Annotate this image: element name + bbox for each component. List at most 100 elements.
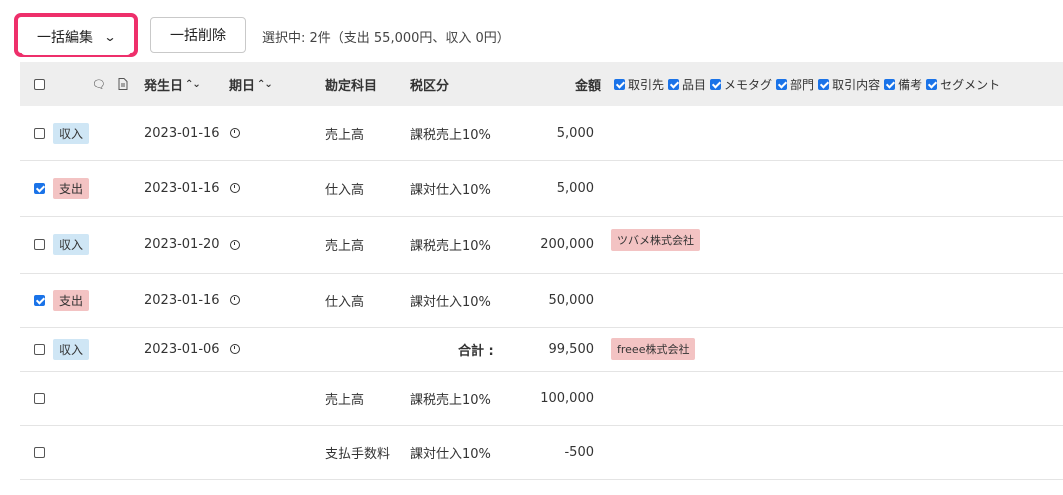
table-row[interactable]: 収入 2023-01-20 売上高 課税売上10% 200,000 ツバメ株式会社 [20, 216, 1063, 274]
partner-tag[interactable]: freee株式会社 [611, 338, 696, 360]
column-option-checkbox[interactable] [884, 78, 896, 90]
column-option[interactable]: 取引先 [614, 76, 664, 93]
column-option-label: 取引内容 [832, 77, 881, 92]
column-option[interactable]: 取引内容 [818, 76, 880, 93]
account: 仕入高 [325, 182, 365, 198]
select-all-checkbox[interactable] [34, 62, 45, 106]
table-row[interactable]: 支出 2023-01-16 仕入高 課対仕入10% 5,000 [20, 160, 1063, 217]
column-option-label: 備考 [898, 77, 923, 92]
clock-icon[interactable] [230, 106, 240, 160]
amount: 200,000 [540, 237, 594, 252]
partner-tag[interactable]: ツバメ株式会社 [611, 229, 700, 251]
sort-icon[interactable]: ⌃⌄ [185, 79, 201, 90]
row-checkbox[interactable] [34, 425, 45, 479]
amount-cell: 50,000 [460, 273, 595, 327]
type-cell: 支出 [53, 273, 90, 327]
bulk-edit-highlight: 一括編集 ⌄ [14, 13, 138, 57]
account: 仕入高 [325, 294, 365, 310]
sort-icon[interactable]: ⌃⌄ [257, 79, 273, 90]
column-option[interactable]: 部門 [776, 76, 814, 93]
account-cell: 売上高 [325, 106, 364, 160]
amount: 99,500 [548, 341, 595, 357]
account: 売上高 [325, 392, 365, 408]
account-cell: 支払手数料 [325, 425, 390, 479]
table-row[interactable]: 収入 2023-01-06 合計 :99,500 freee株式会社 [20, 327, 1063, 372]
table-row[interactable]: 支出 2023-01-16 仕入高 課対仕入10% 50,000 [20, 273, 1063, 328]
issue-date-cell: 2023-01-16 [144, 273, 220, 327]
partner-cell: freee株式会社 [611, 327, 696, 371]
account-cell: 仕入高 [325, 160, 364, 216]
column-option-checkbox[interactable] [776, 78, 788, 90]
column-option-checkbox[interactable] [668, 78, 680, 90]
header-amount: 金額 [575, 78, 602, 94]
table-header: 🗨 発生日 ⌃⌄ 期日 ⌃⌄ 勘定科目 税区分 金額 取引先 品目 メモタグ 部門 取引内容… [20, 62, 1063, 106]
type-cell: 収入 [53, 327, 90, 371]
chevron-down-icon: ⌄ [103, 30, 117, 44]
table-row[interactable]: 収入 2023-01-16 売上高 課税売上10% 5,000 [20, 106, 1063, 161]
issue-date-cell: 2023-01-06 [144, 327, 220, 371]
amount-cell: 5,000 [460, 160, 594, 216]
header-due-date[interactable]: 期日 ⌃⌄ [229, 62, 273, 106]
account: 売上高 [325, 127, 365, 143]
clock-icon[interactable] [230, 273, 240, 327]
issue-date-cell: 2023-01-16 [144, 160, 220, 216]
column-option-label: 部門 [790, 77, 815, 92]
transactions-table: 🗨 発生日 ⌃⌄ 期日 ⌃⌄ 勘定科目 税区分 金額 取引先 品目 メモタグ 部門 取引内容… [20, 62, 1063, 480]
type-cell: 支出 [53, 160, 90, 216]
column-option-checkbox[interactable] [614, 78, 625, 90]
toolbar: 一括編集 ⌄ 一括削除 選択中: 2件（支出 55,000円、収入 0円） [0, 0, 1063, 60]
type-badge: 収入 [53, 234, 90, 255]
bulk-edit-button[interactable]: 一括編集 ⌄ [21, 19, 131, 55]
column-option-label: セグメント [940, 77, 1001, 92]
account-cell: 売上高 [325, 371, 364, 425]
issue-date: 2023-01-16 [144, 180, 220, 196]
column-option[interactable]: セグメント [926, 76, 1000, 93]
amount-cell: 200,000 [460, 216, 594, 273]
account: 支払手数料 [325, 446, 391, 462]
amount-cell: 100,000 [460, 371, 594, 425]
row-checkbox[interactable] [34, 327, 45, 371]
account-cell: 売上高 [325, 216, 364, 273]
issue-date: 2023-01-20 [144, 237, 220, 252]
clock-icon[interactable] [230, 160, 240, 216]
column-option-checkbox[interactable] [926, 78, 938, 90]
column-option-checkbox[interactable] [710, 78, 722, 90]
type-badge: 支出 [53, 289, 90, 311]
column-options: 取引先 品目 メモタグ 部門 取引内容 備考 セグメント [614, 62, 1004, 106]
bulk-delete-button[interactable]: 一括削除 [150, 17, 246, 53]
row-checkbox[interactable] [34, 216, 45, 273]
table-row[interactable]: 支払手数料 課対仕入10% -500 [20, 425, 1063, 480]
amount-cell: 99,500 [460, 327, 595, 371]
issue-date: 2023-01-16 [144, 292, 220, 308]
type-cell: 収入 [53, 216, 90, 273]
document-icon [118, 62, 128, 106]
amount: 50,000 [548, 292, 595, 308]
row-checkbox[interactable] [34, 106, 45, 160]
row-checkbox[interactable] [34, 273, 45, 327]
type-badge: 支出 [53, 177, 90, 199]
partner-cell: ツバメ株式会社 [611, 216, 700, 273]
clock-icon[interactable] [230, 327, 240, 371]
column-option-checkbox[interactable] [818, 78, 830, 90]
bulk-edit-label: 一括編集 [36, 30, 93, 46]
header-tax: 税区分 [410, 78, 450, 94]
header-issue-date[interactable]: 発生日 ⌃⌄ [144, 62, 201, 106]
issue-date-cell: 2023-01-20 [144, 216, 220, 273]
amount: 5,000 [556, 125, 594, 141]
column-option[interactable]: 備考 [884, 76, 922, 93]
row-checkbox[interactable] [34, 371, 45, 425]
column-option-label: 品目 [682, 77, 707, 92]
selection-status: 選択中: 2件（支出 55,000円、収入 0円） [262, 31, 510, 46]
account: 売上高 [325, 239, 365, 254]
type-badge: 収入 [53, 338, 90, 360]
column-option-label: 取引先 [628, 77, 665, 92]
row-checkbox[interactable] [34, 160, 45, 216]
clock-icon[interactable] [230, 216, 240, 273]
column-option[interactable]: 品目 [668, 76, 706, 93]
column-option-label: メモタグ [724, 77, 773, 92]
column-option[interactable]: メモタグ [710, 76, 772, 93]
issue-date: 2023-01-16 [144, 125, 220, 141]
table-row[interactable]: 売上高 課税売上10% 100,000 [20, 371, 1063, 426]
comment-icon: 🗨 [92, 77, 106, 91]
type-cell: 収入 [53, 106, 90, 160]
